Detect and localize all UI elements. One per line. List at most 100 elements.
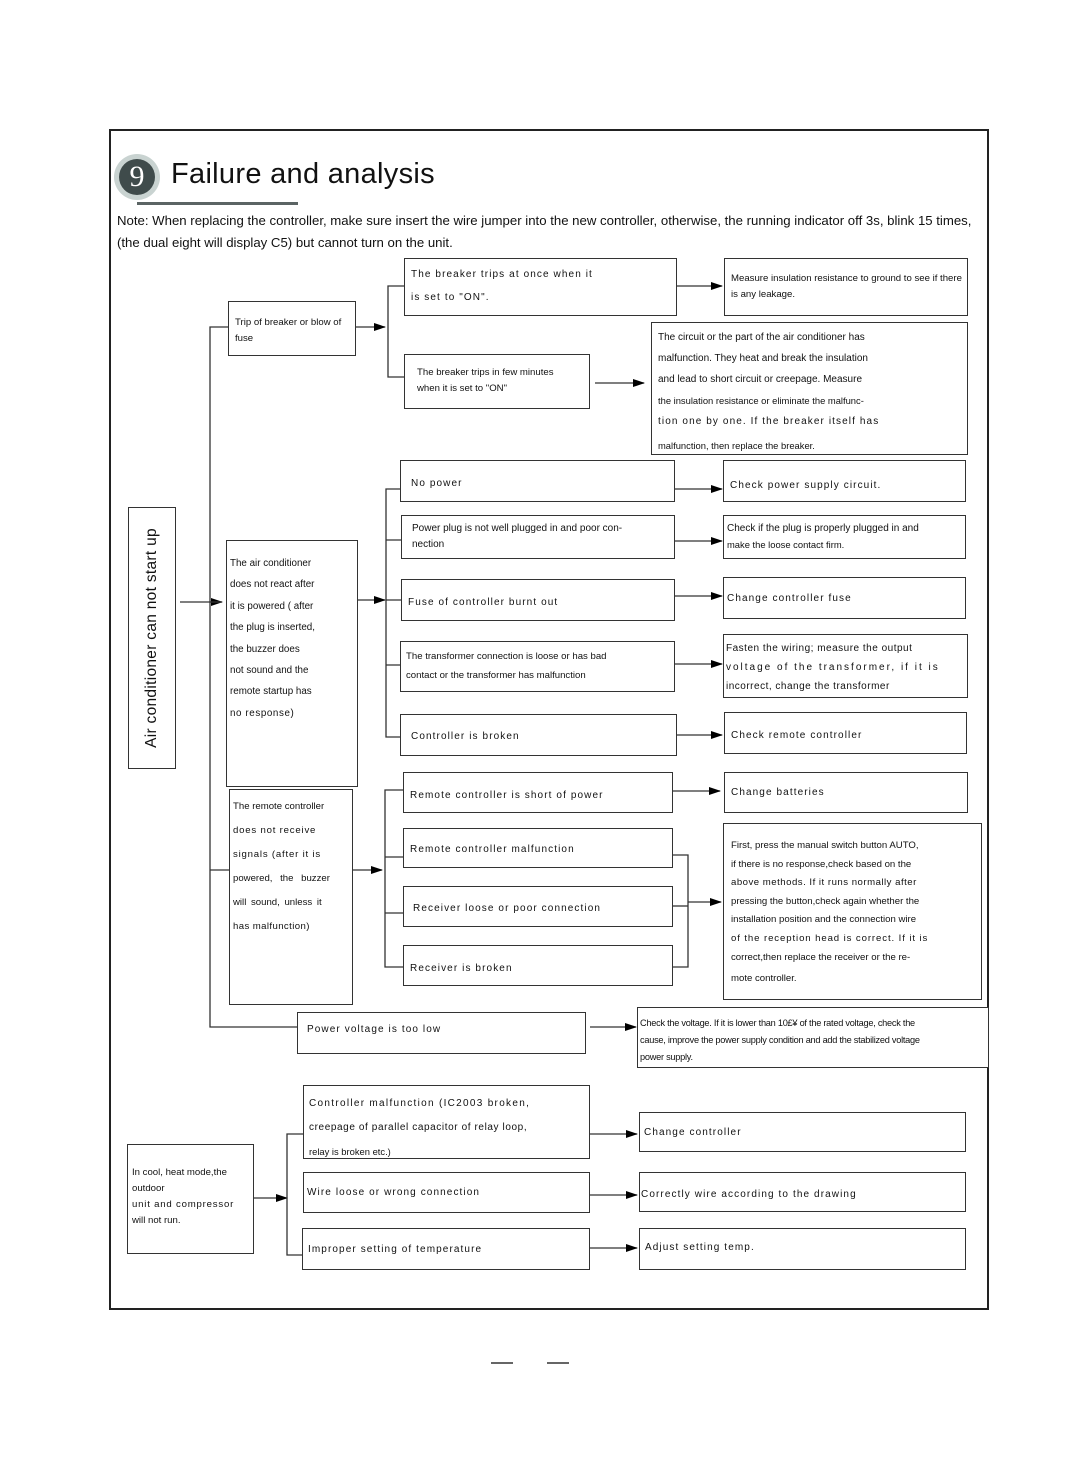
symptom-text-line: In cool, heat mode,the: [132, 1167, 227, 1178]
solution-text-line: incorrect, change the transformer: [726, 681, 890, 692]
title-underline: [137, 202, 298, 205]
cause-text: Controller is broken: [411, 731, 520, 742]
symptom-text-line: The air conditioner: [230, 558, 312, 569]
cause-breaker-at-once: The breaker trips at once when it is set…: [404, 258, 677, 316]
cause-transformer: The transformer connection is loose or h…: [400, 641, 675, 692]
symptom-breaker-box: Trip of breaker or blow of fuse: [228, 301, 356, 356]
solution-change-controller: Change controller: [639, 1112, 966, 1152]
cause-text: Improper setting of temperature: [308, 1244, 483, 1255]
solution-text-line: make the loose contact firm.: [727, 539, 845, 550]
cause-text-line: is set to "ON".: [411, 292, 490, 303]
symptom-text-line: no response): [230, 707, 295, 719]
cause-text: Remote controller malfunction: [410, 844, 575, 855]
solution-text: Check remote controller: [731, 730, 863, 741]
symptom-text-line: will sound, unless it: [233, 897, 322, 908]
cause-text-line: contact or the transformer has malfuncti…: [406, 670, 586, 681]
cause-text: Remote controller is short of power: [410, 790, 604, 801]
cause-improper-temperature: Improper setting of temperature: [302, 1228, 590, 1270]
solution-text-line: power supply.: [640, 1052, 693, 1062]
section-number: 9: [119, 159, 155, 195]
cause-text: No power: [411, 478, 463, 489]
solution-text: Correctly wire according to the drawing: [641, 1189, 857, 1200]
solution-fasten-wiring: Fasten the wiring; measure the output vo…: [723, 634, 968, 698]
solution-text-line: Fasten the wiring; measure the output: [726, 643, 913, 654]
symptom-text-line: will not run.: [132, 1215, 181, 1226]
solution-change-fuse: Change controller fuse: [723, 577, 966, 619]
cause-text-line: The transformer connection is loose or h…: [406, 651, 607, 662]
cause-text: Receiver loose or poor connection: [413, 903, 602, 914]
solution-text: Adjust setting temp.: [645, 1242, 755, 1253]
section-number-badge: 9: [114, 154, 160, 200]
solution-press-auto: First, press the manual switch button AU…: [723, 823, 982, 1000]
solution-text-line: of the reception head is correct. If it …: [731, 932, 929, 944]
cause-power-plug: Power plug is not well plugged in and po…: [401, 515, 675, 559]
root-symptom-label: Air conditioner can not start up: [143, 528, 160, 748]
solution-text-line: the insulation resistance or eliminate t…: [658, 395, 864, 406]
cause-controller-malfunction: Controller malfunction (IC2003 broken, c…: [303, 1085, 590, 1159]
solution-text-line: above methods. If it runs normally after: [731, 877, 917, 889]
solution-change-batteries: Change batteries: [724, 772, 968, 813]
cause-breaker-few-minutes: The breaker trips in few minutes when it…: [404, 354, 590, 409]
solution-check-remote: Check remote controller: [724, 712, 967, 754]
page-title: Failure and analysis: [171, 158, 435, 190]
symptom-text-line: it is powered ( after: [230, 600, 314, 612]
symptom-text-line: the plug is inserted,: [230, 622, 315, 634]
solution-text-line: First, press the manual switch button AU…: [731, 840, 919, 851]
symptom-text-line: outdoor: [132, 1183, 165, 1194]
cause-text-line: relay is broken etc.): [309, 1146, 391, 1157]
cause-remote-short-power: Remote controller is short of power: [403, 772, 673, 813]
symptom-text-line: powered, the buzzer: [233, 873, 330, 884]
cause-voltage-low: Power voltage is too low: [297, 1012, 586, 1054]
solution-text-line: tion one by one. If the breaker itself h…: [658, 416, 880, 427]
solution-text-line: correct,then replace the receiver or the…: [731, 951, 911, 963]
symptom-text-line: unit and compressor: [132, 1199, 235, 1210]
cause-text: Fuse of controller burnt out: [408, 597, 559, 608]
solution-adjust-temp: Adjust setting temp.: [639, 1228, 966, 1270]
solution-text-line: if there is no response,check based on t…: [731, 858, 912, 870]
cause-text-line: The breaker trips at once when it: [411, 269, 593, 280]
symptom-text-line: remote startup has: [230, 686, 312, 698]
symptom-text-line: signals (after it is: [233, 849, 321, 860]
symptom-text-line: the buzzer does: [230, 643, 300, 655]
page-number-dash-left: [491, 1362, 513, 1364]
solution-check-power-supply: Check power supply circuit.: [723, 460, 966, 502]
cause-text-line: nection: [412, 539, 445, 550]
cause-receiver-loose: Receiver loose or poor connection: [403, 886, 673, 927]
symptom-text-line: does not receive: [233, 825, 317, 836]
solution-text-line: Check the voltage. If it is lower than 1…: [640, 1018, 915, 1028]
cause-text-line: The breaker trips in few minutes: [417, 367, 554, 378]
solution-text: Check power supply circuit.: [730, 480, 882, 491]
cause-fuse-burnt: Fuse of controller burnt out: [401, 579, 675, 621]
solution-text: Change controller: [644, 1127, 742, 1138]
solution-measure-insulation: Measure insulation resistance to ground …: [724, 258, 968, 316]
solution-correct-wiring: Correctly wire according to the drawing: [639, 1172, 966, 1212]
symptom-no-react-box: The air conditioner does not react after…: [226, 540, 358, 787]
root-symptom-box: Air conditioner can not start up: [128, 507, 176, 769]
cause-remote-malfunction: Remote controller malfunction: [403, 828, 673, 868]
cause-text-line: Controller malfunction (IC2003 broken,: [309, 1098, 531, 1109]
solution-text-line: voltage of the transformer, if it is: [726, 662, 940, 673]
symptom-text-line: The remote controller: [233, 801, 325, 812]
solution-text-line: malfunction. They heat and break the ins…: [658, 353, 868, 364]
cause-text: Power voltage is too low: [307, 1024, 442, 1035]
solution-text-line: cause, improve the power supply conditio…: [640, 1035, 920, 1045]
note-text: Note: When replacing the controller, mak…: [117, 213, 972, 250]
cause-text-line: Power plug is not well plugged in and po…: [412, 523, 623, 534]
cause-receiver-broken: Receiver is broken: [403, 945, 673, 986]
solution-text-line: The circuit or the part of the air condi…: [658, 332, 865, 343]
cause-text: Receiver is broken: [410, 963, 513, 974]
symptom-breaker-text: Trip of breaker or blow of fuse: [235, 317, 342, 344]
solution-text-line: mote controller.: [731, 973, 797, 985]
symptom-text-line: has malfunction): [233, 921, 310, 932]
symptom-text-line: does not react after: [230, 579, 315, 591]
cause-text-line: when it is set to "ON": [417, 383, 507, 394]
cause-text-line: creepage of parallel capacitor of relay …: [309, 1122, 528, 1133]
solution-text-line: installation position and the connection…: [731, 914, 917, 926]
solution-check-voltage: Check the voltage. If it is lower than 1…: [637, 1007, 989, 1068]
page-number-dash-right: [547, 1362, 569, 1364]
solution-text: Measure insulation resistance to ground …: [731, 273, 962, 300]
solution-text-line: Check if the plug is properly plugged in…: [727, 523, 919, 534]
solution-text-line: pressing the button,check again whether …: [731, 895, 920, 907]
solution-circuit-malfunction: The circuit or the part of the air condi…: [651, 322, 968, 455]
solution-text-line: malfunction, then replace the breaker.: [658, 440, 815, 451]
